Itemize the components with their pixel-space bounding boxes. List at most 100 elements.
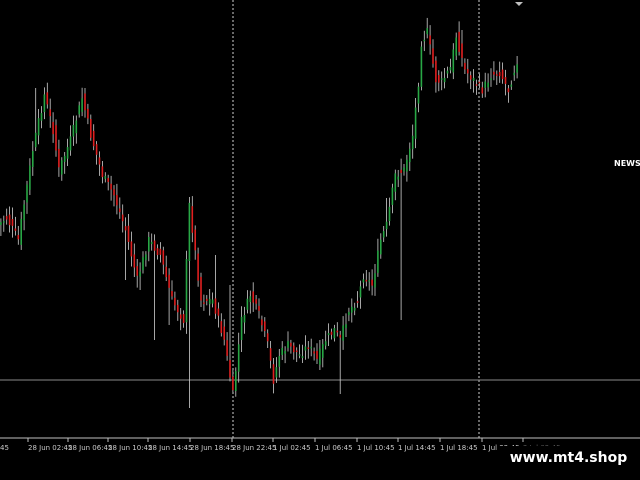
candle-body <box>301 356 304 358</box>
candle-body <box>226 340 228 356</box>
candle-body <box>206 298 208 302</box>
candle-body <box>304 346 307 351</box>
candle-body <box>127 225 130 242</box>
candle-body <box>414 107 417 139</box>
candle-body <box>507 88 510 93</box>
candle-body <box>290 342 292 347</box>
time-tick-label: 1 Jul 18:45 <box>440 444 478 452</box>
candle-body <box>261 319 263 326</box>
candle-body <box>339 334 341 338</box>
candle-body <box>501 69 504 80</box>
candlesticks <box>0 17 518 408</box>
candle-body <box>362 279 365 283</box>
candle-body <box>426 28 428 35</box>
candle-body <box>449 67 452 71</box>
time-tick-label: 28 Jun 22:45 <box>232 444 276 452</box>
candle-body <box>269 348 272 361</box>
candle-body <box>142 257 144 271</box>
candle-body <box>194 229 196 251</box>
candle-body <box>313 351 315 354</box>
candle-body <box>243 315 246 323</box>
candle-body <box>336 330 339 333</box>
candle-body <box>365 279 368 282</box>
candle-body <box>229 359 231 378</box>
candle-body <box>252 291 254 303</box>
candle-body <box>113 189 115 196</box>
candle-body <box>43 94 46 113</box>
candle-body <box>432 48 434 64</box>
candle-body <box>411 135 414 150</box>
time-tick-label: 1 Jul 06:45 <box>315 444 353 452</box>
candle-body <box>8 214 11 226</box>
candle-body <box>55 125 57 151</box>
candle-body <box>475 84 478 86</box>
time-axis-labels: 45 28 Jun 02:4528 Jun 06:4528 Jun 10:4528… <box>0 444 561 452</box>
candle-body <box>49 109 51 117</box>
candle-body <box>14 228 17 231</box>
candle-body <box>281 347 283 355</box>
candle-body <box>78 105 80 115</box>
candle-body <box>136 266 138 276</box>
candle-body <box>185 258 188 323</box>
candle-body <box>443 77 446 83</box>
candle-body <box>107 178 109 182</box>
chart-shift-marker[interactable] <box>515 2 523 6</box>
candle-body <box>409 148 411 163</box>
time-tick-label: 28 Jun 02:45 <box>28 444 72 452</box>
candle-body <box>174 297 176 306</box>
candle-body <box>417 86 420 104</box>
candle-body <box>478 81 481 84</box>
candle-body <box>493 71 495 75</box>
time-tick-label: 28 Jun 18:45 <box>190 444 234 452</box>
candle-body <box>104 175 107 179</box>
candle-body <box>481 87 484 94</box>
candle-body <box>20 218 22 245</box>
candle-body <box>516 64 518 73</box>
candle-body <box>382 231 385 238</box>
candle-body <box>116 194 118 206</box>
candle-body <box>345 324 347 329</box>
candle-body <box>371 279 373 286</box>
candle-body <box>397 176 399 180</box>
candle-body <box>278 356 281 367</box>
candle-body <box>264 321 266 331</box>
candle-body <box>34 132 37 148</box>
candle-body <box>458 31 460 52</box>
candle-body <box>72 124 75 137</box>
candle-body <box>119 208 121 213</box>
candle-body <box>423 39 426 42</box>
candle-body <box>81 98 83 112</box>
candle-body <box>87 108 89 119</box>
candle-body <box>63 155 66 162</box>
candle-body <box>23 204 25 221</box>
candle-body <box>322 344 324 358</box>
candle-body <box>133 254 136 268</box>
candle-body <box>487 82 489 88</box>
candle-body <box>380 239 382 255</box>
candle-body <box>452 49 455 73</box>
candle-body <box>95 144 98 155</box>
candle-body <box>513 72 515 76</box>
candle-body <box>330 331 333 335</box>
candle-body <box>153 240 156 251</box>
candle-body <box>319 348 321 365</box>
candle-body <box>298 354 301 356</box>
candle-body <box>498 72 501 77</box>
candle-body <box>461 43 463 58</box>
candle-body <box>284 351 286 354</box>
candle-body <box>203 302 205 304</box>
candle-body <box>455 37 457 56</box>
candle-body <box>307 347 310 349</box>
candle-body <box>11 219 14 226</box>
candle-body <box>52 121 54 135</box>
candle-body <box>92 130 95 147</box>
candle-body <box>208 298 211 305</box>
candle-body <box>504 77 507 84</box>
price-chart[interactable]: 45 28 Jun 02:4528 Jun 06:4528 Jun 10:4528… <box>0 0 640 480</box>
candle-body <box>353 307 356 311</box>
candle-body <box>377 250 379 273</box>
time-tick-label: 1 Jul 14:45 <box>398 444 436 452</box>
candle-body <box>179 314 182 319</box>
candle-body <box>295 350 298 352</box>
candle-body <box>69 136 72 151</box>
